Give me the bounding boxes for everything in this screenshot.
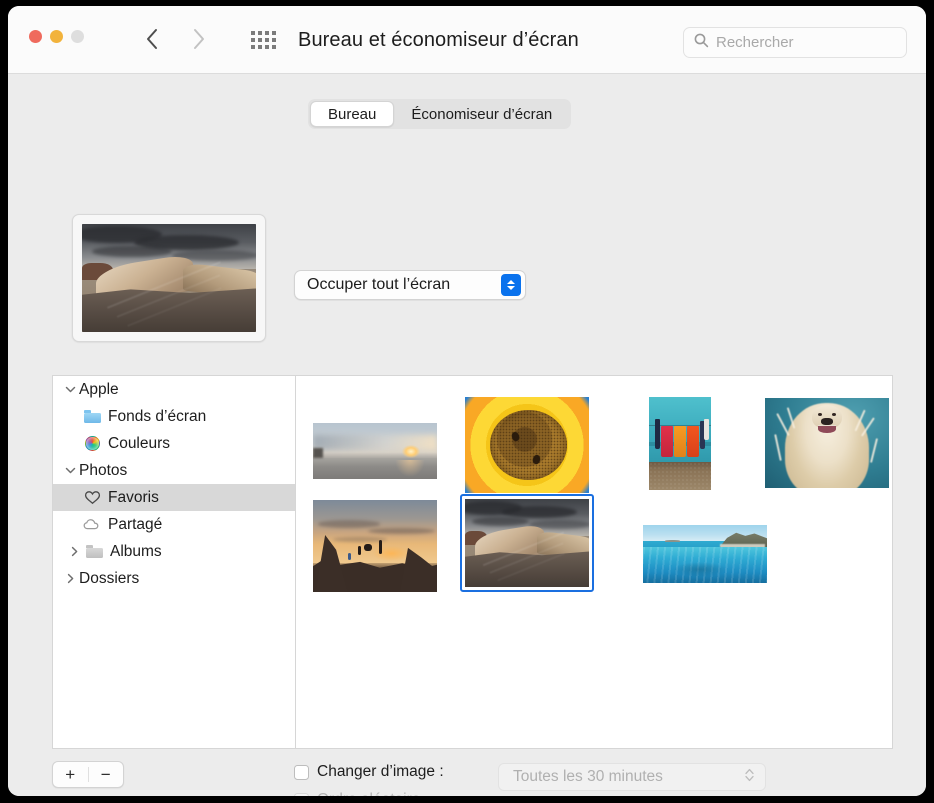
sidebar-item-dossiers[interactable]: Dossiers	[53, 565, 295, 592]
wallpaper-thumb-beach-sunset-panorama[interactable]	[308, 418, 442, 484]
sidebar-item-fonds-decran[interactable]: Fonds d’écran	[53, 403, 295, 430]
thumb-image	[465, 397, 589, 493]
interval-value: Toutes les 30 minutes	[513, 768, 744, 786]
change-image-label: Changer d’image :	[317, 763, 444, 781]
random-order-label: Ordre aléatoire	[317, 791, 420, 796]
zoom-button	[71, 30, 84, 43]
fit-mode-value: Occuper tout l’écran	[307, 276, 487, 294]
cloud-icon	[81, 518, 103, 531]
tab-bar: Bureau Économiseur d’écran	[308, 99, 571, 129]
popup-chevrons-icon	[744, 767, 755, 788]
chevron-right-icon[interactable]	[65, 546, 83, 557]
thumb-image	[649, 397, 711, 490]
page-title: Bureau et économiseur d’écran	[298, 29, 579, 52]
chevron-down-icon[interactable]	[61, 384, 79, 395]
tab-economiseur-decran[interactable]: Économiseur d’écran	[394, 101, 569, 127]
search-icon	[694, 33, 709, 53]
sidebar-item-label: Fonds d’écran	[108, 408, 206, 426]
change-image-checkbox[interactable]	[294, 765, 309, 780]
sidebar-item-albums[interactable]: Albums	[53, 538, 295, 565]
wallpaper-thumb-mediterranean-coast-bay[interactable]	[638, 520, 772, 588]
random-order-checkbox	[294, 793, 309, 797]
window-titlebar: Bureau et économiseur d’écran	[8, 6, 926, 74]
system-preferences-window: Bureau et économiseur d’écran Bureau Éco…	[8, 6, 926, 796]
wallpaper-grid	[295, 375, 893, 749]
wallpaper-thumb-desert-rock-formation[interactable]	[460, 494, 594, 592]
random-order-row: Ordre aléatoire	[294, 791, 420, 796]
interval-popup-button: Toutes les 30 minutes	[498, 763, 766, 791]
fit-mode-popup-button[interactable]: Occuper tout l’écran	[294, 270, 526, 300]
sidebar-item-label: Albums	[110, 543, 162, 561]
minimize-button[interactable]	[50, 30, 63, 43]
tab-bureau[interactable]: Bureau	[310, 101, 394, 127]
preview-image	[82, 224, 256, 332]
add-remove-source-buttons: + −	[52, 761, 124, 788]
change-image-row: Changer d’image :	[294, 763, 444, 781]
search-field[interactable]	[683, 27, 907, 58]
navigation-buttons	[140, 24, 210, 54]
thumb-image	[313, 423, 437, 479]
preference-pane-content: Bureau Économiseur d’écran	[8, 74, 926, 796]
thumb-image	[465, 499, 589, 587]
sidebar-item-label: Favoris	[108, 489, 159, 507]
thumb-image	[765, 398, 889, 488]
sidebar-item-photos[interactable]: Photos	[53, 457, 295, 484]
color-wheel-icon	[81, 436, 103, 451]
folder-gray-icon	[83, 545, 105, 558]
sidebar-item-partage[interactable]: Partagé	[53, 511, 295, 538]
sidebar-item-label: Couleurs	[108, 435, 170, 453]
thumb-image	[313, 500, 437, 592]
traffic-lights	[29, 30, 84, 43]
forward-chevron-icon[interactable]	[188, 24, 210, 54]
wallpaper-thumb-laundry-on-clothesline[interactable]	[644, 392, 716, 495]
search-input[interactable]	[716, 34, 886, 51]
sidebar-item-label: Partagé	[108, 516, 162, 534]
heart-icon	[81, 490, 103, 505]
close-button[interactable]	[29, 30, 42, 43]
sidebar-item-apple[interactable]: Apple	[53, 376, 295, 403]
remove-folder-button[interactable]: −	[89, 762, 124, 787]
thumb-image	[643, 525, 767, 583]
chevron-right-icon[interactable]	[61, 573, 79, 584]
add-folder-button[interactable]: +	[53, 762, 88, 787]
sidebar-item-label: Apple	[79, 381, 119, 399]
folder-blue-icon	[81, 410, 103, 423]
back-chevron-icon[interactable]	[140, 24, 162, 54]
sidebar-item-favoris[interactable]: Favoris	[53, 484, 295, 511]
sidebar-item-couleurs[interactable]: Couleurs	[53, 430, 295, 457]
popup-stepper-icon[interactable]	[501, 274, 521, 296]
sidebar-item-label: Photos	[79, 462, 127, 480]
show-all-grid-icon[interactable]	[251, 31, 281, 49]
wallpaper-thumb-sunflower-closeup[interactable]	[460, 392, 594, 498]
source-sidebar: Apple Fonds d’écran Couleurs Photos	[52, 375, 295, 749]
sidebar-item-label: Dossiers	[79, 570, 139, 588]
wallpaper-thumb-afghan-hound-dog[interactable]	[760, 393, 893, 493]
desktop-preview-thumbnail[interactable]	[72, 214, 266, 342]
chevron-down-icon[interactable]	[61, 465, 79, 476]
wallpaper-thumb-rock-silhouette-sunset[interactable]	[308, 495, 442, 597]
